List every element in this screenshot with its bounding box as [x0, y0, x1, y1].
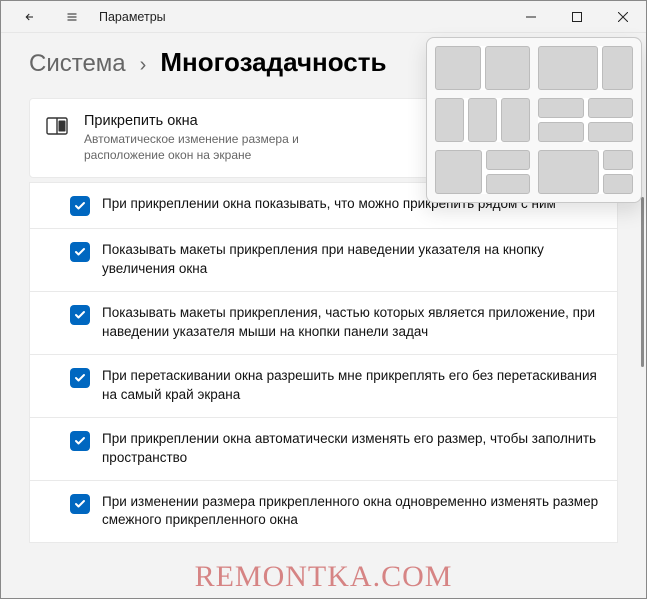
close-button[interactable]: [600, 1, 646, 33]
snap-layouts-flyout: [426, 37, 642, 203]
snap-layout-twothirds[interactable]: [538, 46, 633, 90]
window-title: Параметры: [99, 10, 166, 24]
option-label: Показывать макеты прикрепления при навед…: [102, 241, 601, 279]
checkbox[interactable]: [70, 242, 90, 262]
chevron-right-icon: ›: [140, 54, 147, 77]
option-label: Показывать макеты прикрепления, частью к…: [102, 304, 601, 342]
snap-layout-quarters[interactable]: [538, 98, 633, 142]
checkbox[interactable]: [70, 431, 90, 451]
minimize-button[interactable]: [508, 1, 554, 33]
option-row: Показывать макеты прикрепления при навед…: [29, 229, 618, 292]
page-title: Многозадачность: [160, 47, 386, 78]
watermark: REMONTKA.COM: [195, 560, 453, 594]
scrollbar-thumb[interactable]: [641, 197, 644, 367]
maximize-button[interactable]: [554, 1, 600, 33]
option-label: При изменении размера прикрепленного окн…: [102, 493, 601, 531]
menu-icon[interactable]: [51, 1, 93, 33]
snap-windows-icon: [46, 117, 68, 140]
option-row: При перетаскивании окна разрешить мне пр…: [29, 355, 618, 418]
option-row: При изменении размера прикрепленного окн…: [29, 481, 618, 544]
snap-layout-left-stack[interactable]: [435, 150, 530, 194]
option-row: Показывать макеты прикрепления, частью к…: [29, 292, 618, 355]
snap-layout-half[interactable]: [435, 46, 530, 90]
snap-layout-right-stack[interactable]: [538, 150, 633, 194]
option-row: При прикреплении окна автоматически изме…: [29, 418, 618, 481]
checkbox[interactable]: [70, 494, 90, 514]
section-description: Автоматическое изменение размера и распо…: [84, 131, 344, 163]
back-button[interactable]: [9, 1, 51, 33]
option-label: При перетаскивании окна разрешить мне пр…: [102, 367, 601, 405]
checkbox[interactable]: [70, 368, 90, 388]
breadcrumb-parent[interactable]: Система: [29, 50, 126, 78]
checkbox[interactable]: [70, 305, 90, 325]
checkbox[interactable]: [70, 196, 90, 216]
snap-layout-thirds[interactable]: [435, 98, 530, 142]
option-label: При прикреплении окна автоматически изме…: [102, 430, 601, 468]
